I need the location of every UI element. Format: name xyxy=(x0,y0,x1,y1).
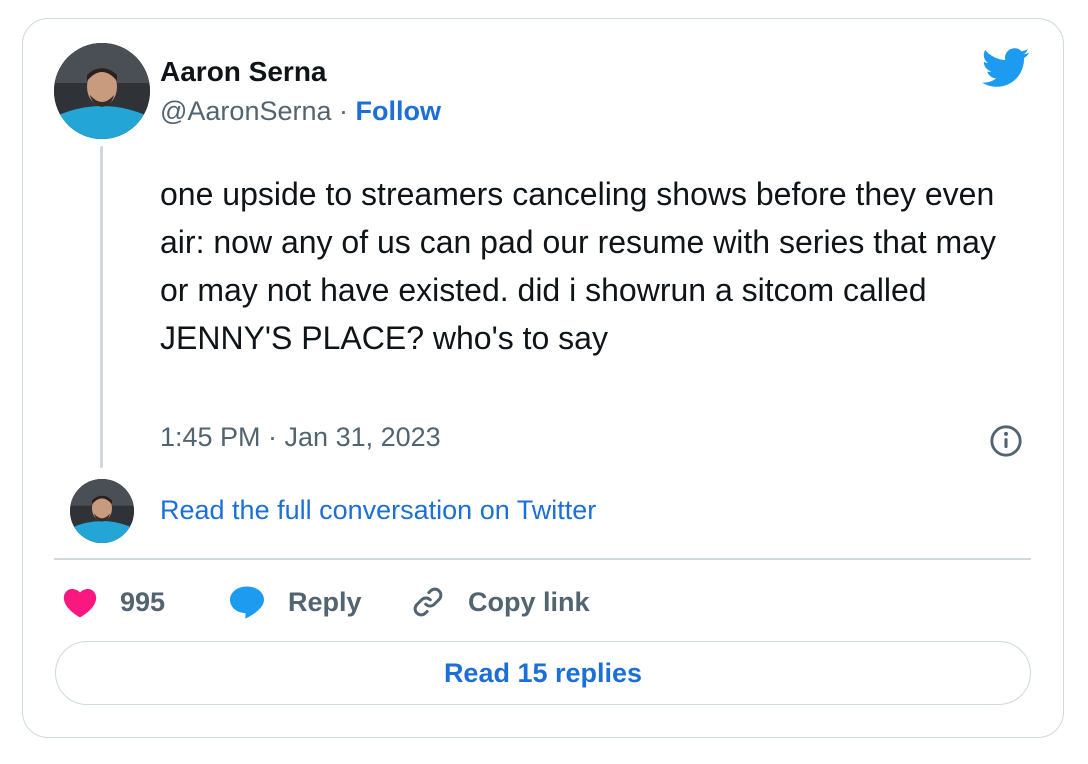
divider xyxy=(54,558,1031,560)
reply-button[interactable]: Reply xyxy=(228,582,362,622)
tweet-text: one upside to streamers canceling shows … xyxy=(160,176,996,356)
follow-button[interactable]: Follow xyxy=(356,96,441,126)
like-count: 995 xyxy=(120,586,166,617)
twitter-bird-icon[interactable] xyxy=(982,48,1030,88)
avatar-photo-small xyxy=(70,479,134,543)
tweet-timestamp[interactable]: 1:45 PM · Jan 31, 2023 xyxy=(160,422,441,453)
copy-link-label: Copy link xyxy=(468,586,590,617)
link-icon xyxy=(413,587,443,617)
author-handle-row: @AaronSerna · Follow xyxy=(160,96,441,127)
conversation-avatar[interactable] xyxy=(70,479,134,543)
read-conversation-link[interactable]: Read the full conversation on Twitter xyxy=(160,495,596,526)
reply-bubble-icon xyxy=(230,586,264,619)
heart-icon xyxy=(63,588,97,618)
read-replies-button[interactable]: Read 15 replies xyxy=(55,641,1031,705)
like-button[interactable]: 995 xyxy=(62,582,165,622)
copy-link-button[interactable]: Copy link xyxy=(410,582,590,622)
thread-line xyxy=(100,146,103,468)
author-handle[interactable]: @AaronSerna xyxy=(160,96,332,126)
reply-label: Reply xyxy=(288,586,362,617)
avatar-photo xyxy=(54,43,150,139)
author-avatar[interactable] xyxy=(54,43,150,139)
info-icon[interactable] xyxy=(989,424,1023,458)
handle-separator: · xyxy=(331,96,356,126)
author-name[interactable]: Aaron Serna xyxy=(160,56,327,88)
